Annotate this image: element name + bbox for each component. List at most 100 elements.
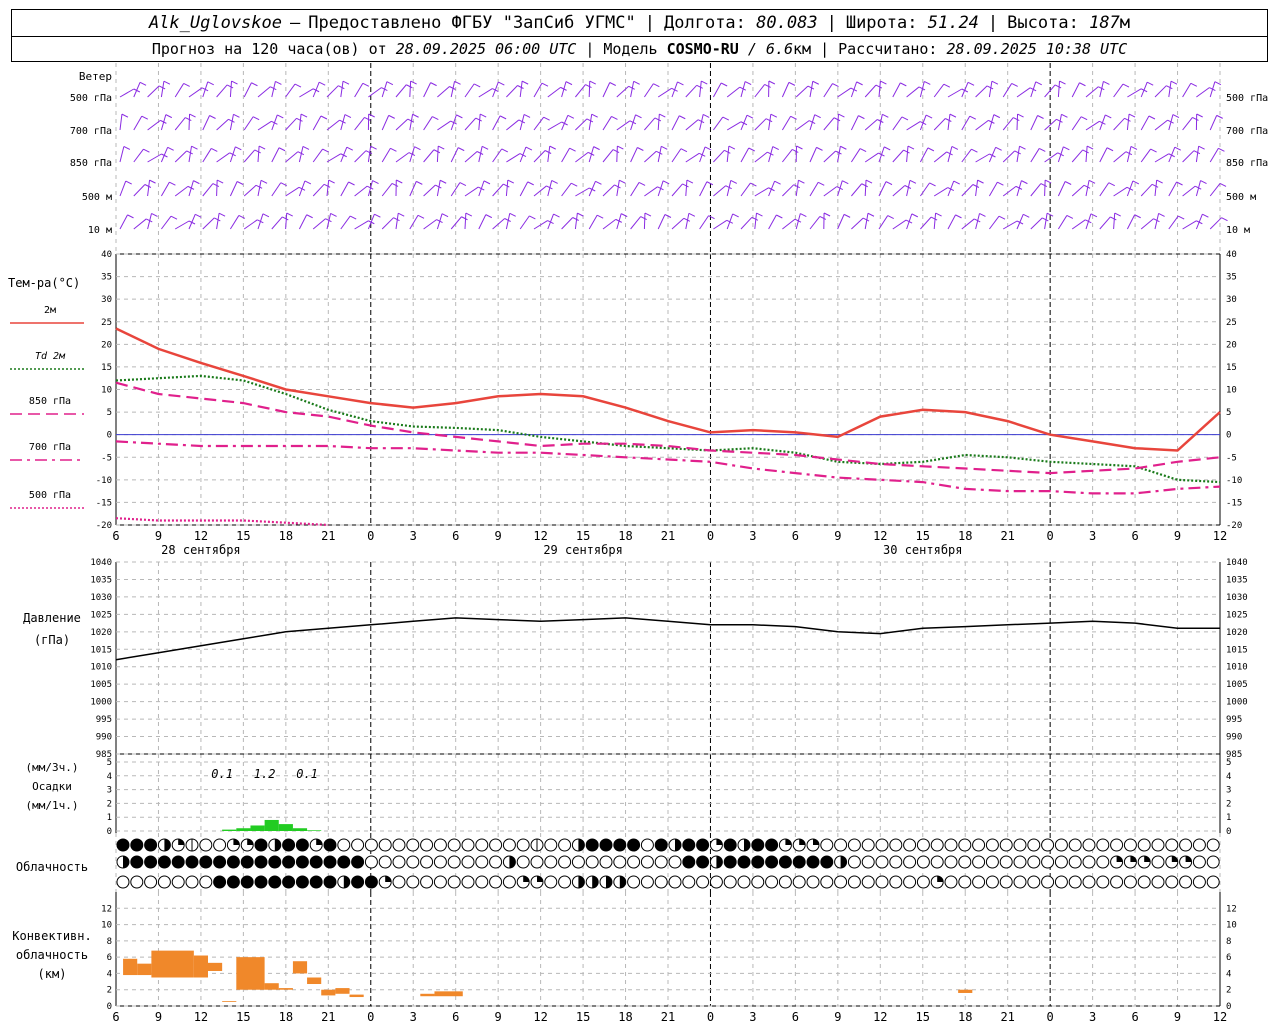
wind-barb: [1113, 117, 1125, 131]
cloud-symbol: [406, 838, 420, 852]
wind-barb: [1044, 179, 1046, 197]
wind-barb: [1154, 119, 1168, 131]
temp-tick-right: 20: [1226, 340, 1237, 350]
conv-cloud-box: [123, 958, 138, 976]
pressure-tick-left: 1010: [90, 663, 112, 673]
cloud-symbol-fill: [296, 856, 309, 868]
wind-barb-flag: [344, 114, 352, 118]
wind-barb: [160, 181, 170, 197]
pressure-tick-left: 1030: [90, 593, 112, 603]
wind-barb: [147, 153, 162, 163]
wind-barb-flag: [260, 179, 268, 184]
hour-tick: 9: [1174, 529, 1181, 543]
wind-barb-flag: [525, 146, 533, 151]
precip-tick-left: 1: [107, 813, 112, 823]
wind-barb: [354, 185, 368, 197]
wind-barb-flag: [595, 180, 602, 185]
wind-barb: [740, 147, 750, 163]
conv-cloud-box: [208, 962, 223, 971]
hour-tick-bottom: 21: [661, 1010, 675, 1024]
wind-barb-flag: [1218, 147, 1225, 152]
wind-barb: [616, 85, 630, 98]
wind-barb: [243, 116, 254, 131]
wind-barb: [657, 87, 672, 98]
wind-barb-flag: [929, 182, 936, 187]
wind-barb-flag: [1044, 179, 1052, 184]
wind-barb-flag: [1148, 115, 1156, 120]
wind-barb: [643, 83, 654, 98]
precip-tick-left: 2: [107, 799, 112, 809]
cloud-symbol: [544, 875, 558, 889]
cloud-symbol: [1151, 875, 1165, 889]
cloud-symbol: [985, 855, 999, 869]
wind-barb-flag: [679, 115, 686, 120]
cloud-symbol: [1151, 838, 1165, 852]
cloud-symbol: [1096, 838, 1110, 852]
wind-barb: [409, 114, 414, 131]
cloud-symbol-fill: [164, 839, 171, 851]
cloud-symbol: [1137, 838, 1151, 852]
wind-barb: [630, 81, 635, 98]
wind-barb: [1099, 216, 1111, 230]
wind-barb-flag: [696, 84, 703, 89]
wind-barb: [1002, 117, 1014, 131]
wind-barb: [892, 149, 904, 163]
wind-barb-flag: [388, 114, 395, 119]
wind-barb: [216, 179, 218, 197]
wind-barb-flag: [1042, 217, 1049, 222]
wind-barb-flag: [433, 149, 441, 154]
wind-barb: [243, 149, 256, 163]
wind-barb: [630, 147, 638, 163]
wind-barb: [864, 213, 869, 230]
wind-barb: [588, 114, 593, 131]
wind-barb: [699, 146, 706, 163]
wind-barb-flag: [596, 214, 604, 219]
temp-tick-left: 10: [101, 386, 112, 396]
wind-barb: [450, 216, 462, 230]
wind-barb-flag: [977, 179, 984, 184]
cloud-symbol: [903, 838, 917, 852]
cloud-symbol: [433, 855, 447, 869]
cloud-symbol-fill: [724, 856, 737, 868]
conv-tick-left: 10: [101, 921, 112, 931]
wind-barb: [354, 150, 367, 163]
cloud-symbol: [1137, 875, 1151, 889]
cloud-symbol-fill: [337, 856, 350, 868]
legend-label: Td 2м: [35, 351, 66, 362]
cloud-symbol: [944, 875, 958, 889]
wind-barb: [1154, 153, 1169, 163]
precip-unit-1h: (мм/1ч.): [26, 799, 79, 812]
wind-barb-flag: [1193, 150, 1201, 155]
conv-tick-right: 0: [1226, 1002, 1231, 1012]
wind-barb: [202, 217, 215, 230]
wind-barb: [478, 88, 493, 98]
wind-barb-flag: [949, 113, 957, 118]
precip-tick-right: 2: [1226, 799, 1231, 809]
wind-barb: [1071, 116, 1082, 131]
legend-label: 2м: [44, 305, 56, 316]
pressure-tick-left: 1015: [90, 645, 112, 655]
wind-barb-flag: [1174, 146, 1182, 151]
wind-barb-flag: [191, 145, 198, 150]
wind-barb: [381, 217, 394, 230]
wind-barb: [671, 183, 683, 197]
cloud-symbol: [1192, 838, 1206, 852]
wind-barb-flag: [459, 182, 467, 187]
hour-tick-bottom: 21: [1000, 1010, 1014, 1024]
cloud-symbol: [958, 855, 972, 869]
wind-barb-flag: [414, 146, 421, 151]
wind-barb-flag: [856, 81, 863, 86]
wind-barb: [961, 218, 975, 230]
cloud-symbol: [1082, 855, 1096, 869]
wind-barb: [1113, 213, 1116, 230]
wind-barb: [685, 84, 698, 98]
wind-barb-flag: [1196, 113, 1203, 118]
wind-barb: [726, 86, 741, 98]
conv-cloud-box: [420, 993, 435, 997]
wind-barb-flag: [798, 179, 805, 184]
wind-barb-flag: [900, 82, 907, 87]
cloud-symbol: [420, 875, 434, 889]
wind-barb: [837, 87, 852, 98]
cloud-symbol-fill: [130, 839, 143, 851]
wind-barb: [409, 80, 412, 98]
